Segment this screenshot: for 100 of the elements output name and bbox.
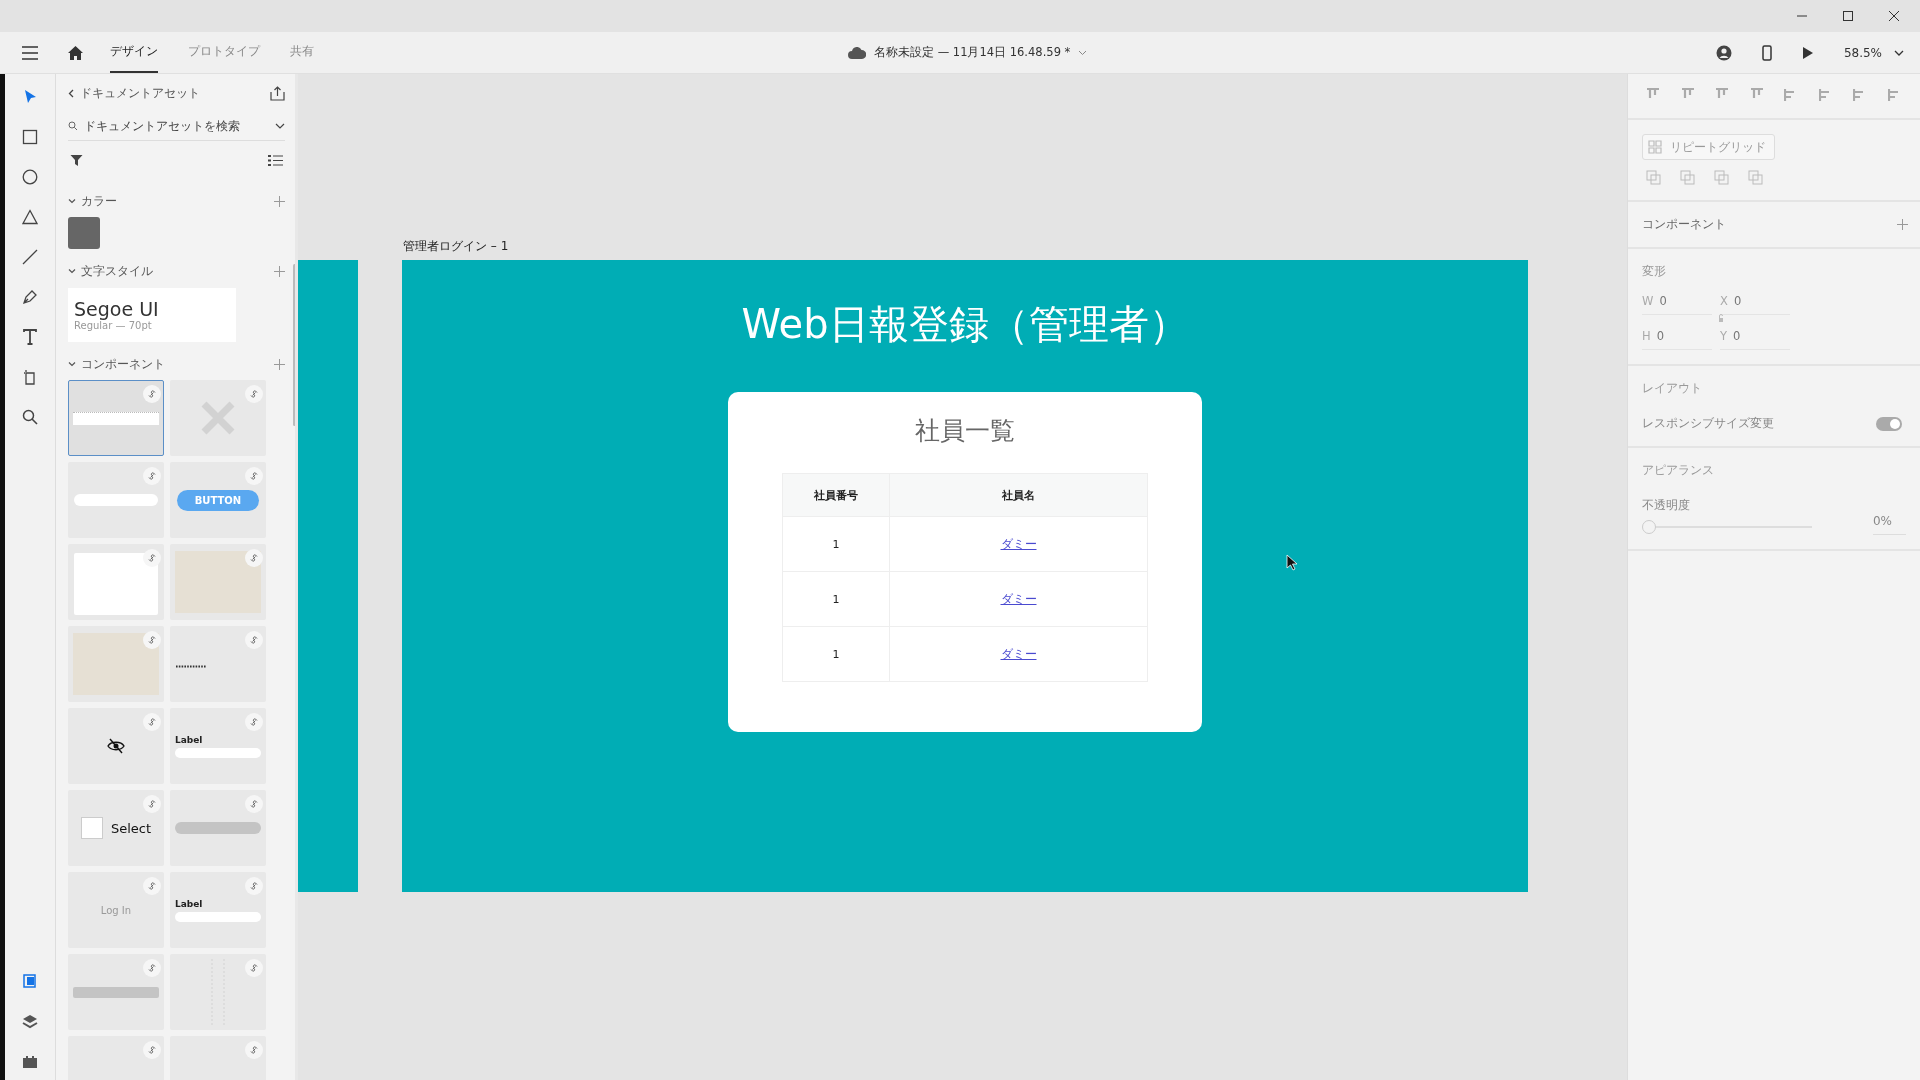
back-icon[interactable] [68, 88, 74, 98]
link-icon [143, 795, 161, 813]
add-icon[interactable] [274, 358, 285, 370]
cursor-icon [1286, 554, 1298, 571]
link-icon [143, 959, 161, 977]
button-thumbnail: BUTTON [176, 489, 260, 511]
link-icon [245, 713, 263, 731]
column-header: 社員名 [889, 473, 1148, 517]
responsive-toggle[interactable] [1876, 416, 1902, 431]
password-dots-icon [176, 665, 206, 668]
component-tile[interactable] [170, 380, 266, 456]
boolean-icon[interactable] [1748, 170, 1764, 186]
search-icon [68, 121, 78, 131]
artboard-label[interactable]: 管理者ログイン – 1 [403, 238, 509, 255]
link-icon [143, 877, 161, 895]
opacity-label: 不透明度 [1642, 497, 1691, 514]
section-title: 変形 [1642, 263, 1667, 280]
phone-icon[interactable] [1761, 44, 1772, 61]
component-tile[interactable] [170, 626, 266, 702]
component-tile[interactable]: Label [170, 872, 266, 948]
boolean-icon[interactable] [1646, 170, 1662, 186]
close-icon[interactable] [1888, 10, 1900, 22]
play-icon[interactable] [1801, 45, 1814, 60]
share-icon[interactable] [270, 85, 285, 101]
link-icon [143, 549, 161, 567]
search-field[interactable]: ドキュメントアセットを検索 [84, 119, 269, 133]
employee-link[interactable]: ダミー [1000, 536, 1037, 551]
section-title: アピアランス [1642, 462, 1715, 479]
employee-link[interactable]: ダミー [1000, 591, 1037, 606]
link-icon [245, 795, 263, 813]
transform-field[interactable]: H 0 [1642, 329, 1712, 350]
section-title[interactable]: 文字スタイル [81, 262, 153, 280]
table-cell: 1 [832, 647, 840, 661]
component-tile[interactable] [68, 380, 164, 456]
component-tile[interactable] [170, 790, 266, 866]
maximize-icon[interactable] [1842, 10, 1854, 22]
column-header: 社員番号 [782, 473, 890, 517]
add-icon[interactable] [274, 265, 285, 277]
card-title: 社員一覧 [915, 415, 1015, 447]
grid-icon [1648, 140, 1662, 154]
link-icon [245, 549, 263, 567]
chevron-down-icon[interactable] [275, 123, 285, 129]
checkbox-label: Select [110, 820, 152, 836]
boolean-icon[interactable] [1714, 170, 1730, 186]
user-icon[interactable] [1715, 44, 1732, 61]
section-chevron-icon[interactable] [68, 197, 76, 205]
component-tile[interactable]: Select [68, 790, 164, 866]
component-tile[interactable] [170, 954, 266, 1030]
login-text: Log In [100, 904, 132, 916]
transform-field[interactable]: W 0 [1642, 294, 1712, 315]
section-title[interactable]: カラー [81, 192, 117, 210]
component-tile[interactable] [68, 708, 164, 784]
component-tile[interactable] [68, 544, 164, 620]
employee-link[interactable]: ダミー [1000, 646, 1037, 661]
color-swatch[interactable] [68, 217, 100, 249]
font-name: Segoe UI [74, 299, 160, 320]
chevron-down-icon[interactable] [1894, 49, 1904, 56]
add-icon[interactable] [274, 195, 285, 207]
link-icon [245, 959, 263, 977]
label-text: Label [175, 734, 204, 745]
component-tile[interactable] [68, 462, 164, 538]
section-chevron-icon[interactable] [68, 360, 76, 368]
eye-off-icon [107, 738, 125, 754]
table-cell: 1 [832, 592, 840, 606]
responsive-resize-label: レスポンシブサイズ変更 [1642, 415, 1774, 432]
link-icon [143, 467, 161, 485]
cloud-icon [848, 46, 866, 59]
section-chevron-icon[interactable] [68, 267, 76, 275]
component-tile[interactable]: Label [170, 708, 266, 784]
transform-field[interactable]: X 0 [1720, 294, 1790, 315]
component-tile[interactable] [68, 626, 164, 702]
checkbox-thumbnail [80, 817, 103, 839]
link-icon [245, 1041, 263, 1059]
link-icon [245, 877, 263, 895]
link-icon [245, 631, 263, 649]
menu-icon[interactable] [21, 45, 39, 60]
component-tile[interactable] [170, 544, 266, 620]
link-icon [143, 631, 161, 649]
label-text: Label [175, 898, 204, 909]
zoom-level[interactable]: 58.5% [1843, 45, 1882, 60]
link-icon [245, 385, 263, 403]
filter-icon[interactable] [70, 153, 83, 167]
list-view-icon[interactable] [268, 153, 283, 167]
transform-field[interactable]: Y 0 [1720, 329, 1790, 350]
font-detail: Regular — 70pt [74, 319, 153, 331]
link-icon [143, 713, 161, 731]
component-tile[interactable] [68, 954, 164, 1030]
link-icon [143, 385, 161, 403]
link-icon [245, 467, 263, 485]
document-title[interactable]: 名称未設定 — 11月14日 16.48.59 * [874, 45, 1071, 60]
table-cell: 1 [832, 537, 840, 551]
home-icon[interactable] [67, 44, 84, 61]
page-title: Web日報登録（管理者） [741, 300, 1189, 349]
section-title[interactable]: コンポーネント [81, 355, 165, 373]
lock-icon[interactable] [1718, 314, 1724, 322]
section-title: レイアウト [1642, 380, 1703, 397]
boolean-icon[interactable] [1680, 170, 1696, 186]
text-style-card[interactable]: Segoe UI Regular — 70pt [68, 288, 236, 342]
add-icon[interactable] [1897, 219, 1908, 230]
panel-title: ドキュメントアセット [80, 84, 200, 102]
